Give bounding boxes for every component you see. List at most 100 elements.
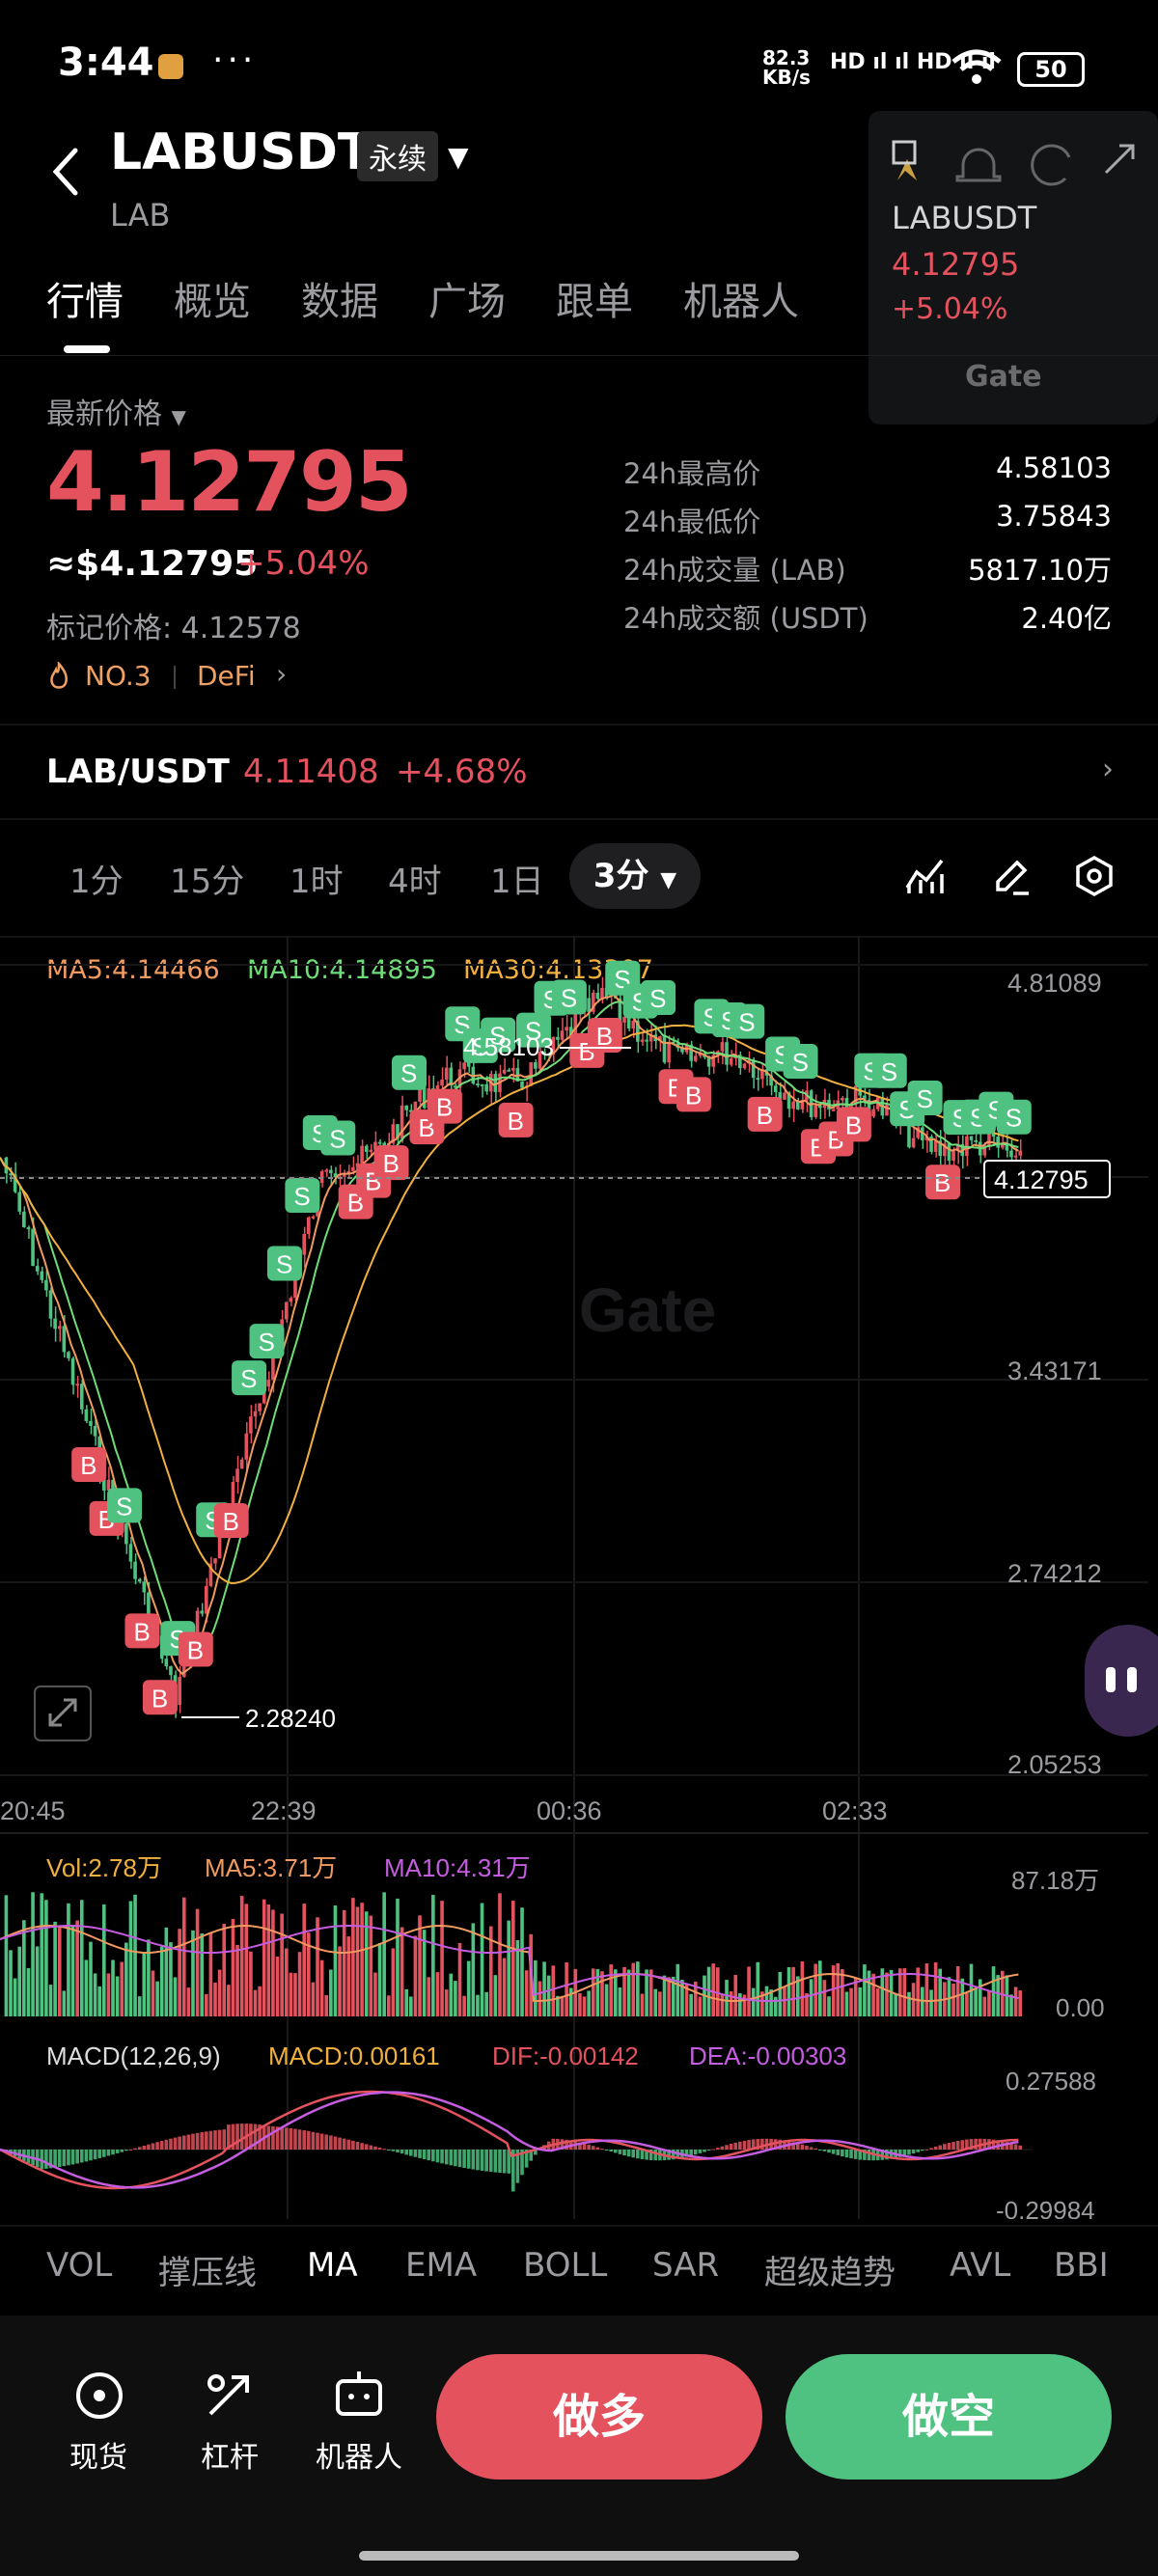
active-tab-indicator — [64, 345, 110, 353]
volume-bar — [57, 1925, 62, 2016]
back-arrow-icon[interactable] — [46, 143, 85, 201]
volume-bar — [747, 1966, 751, 2016]
candles — [4, 976, 1022, 1718]
last-price: 4.12795 — [46, 434, 413, 531]
tab-overview[interactable]: 概览 — [174, 270, 251, 326]
macd-bar — [120, 2150, 124, 2152]
indicator-sar[interactable]: SAR — [652, 2246, 719, 2285]
macd-bar — [413, 2150, 418, 2157]
expand-icon[interactable] — [1100, 140, 1139, 178]
interval-15m[interactable]: 15分 — [170, 855, 244, 902]
mark-price: 标记价格: 4.12578 — [46, 612, 301, 645]
short-button[interactable]: 做空 — [786, 2354, 1112, 2480]
candle-body — [93, 1425, 97, 1437]
indicator-ma-selected[interactable]: MA — [307, 2246, 358, 2285]
marker-letter: B — [685, 1081, 702, 1110]
robot-label[interactable]: 机器人 — [301, 2433, 417, 2476]
tab-market[interactable]: 行情 — [46, 270, 124, 326]
contract-type-badge[interactable]: 永续 — [357, 131, 438, 181]
volume-bar — [907, 1991, 911, 2016]
candle-body — [17, 1192, 22, 1212]
macd-bar — [943, 2144, 947, 2150]
interval-1d[interactable]: 1日 — [490, 855, 544, 902]
chevron-right-icon[interactable]: › — [1102, 753, 1114, 786]
candle-body — [239, 1459, 244, 1469]
macd-bar — [640, 2150, 645, 2159]
tab-bot[interactable]: 机器人 — [683, 270, 799, 326]
volume-bar — [333, 1905, 338, 2016]
macd-bar — [614, 2150, 618, 2153]
candle-body — [645, 1039, 648, 1042]
indicator-supertrend[interactable]: 超级趋势 — [764, 2246, 896, 2293]
interval-4h[interactable]: 4时 — [388, 855, 442, 902]
volume-bar — [200, 1932, 204, 2016]
macd-bar — [493, 2150, 498, 2173]
volume-bar — [662, 1975, 667, 2016]
assistant-float-button[interactable] — [1085, 1625, 1158, 1737]
indicator-bbi[interactable]: BBI — [1054, 2246, 1109, 2285]
interval-3m-selected[interactable]: 3分 ▼ — [569, 843, 701, 909]
candle-body — [565, 1027, 568, 1031]
volume-bar — [431, 1895, 435, 2016]
volume-bar — [404, 1988, 408, 2016]
macd-bar — [587, 2144, 591, 2150]
volume-bar — [31, 1892, 35, 2016]
latest-price-label[interactable]: 最新价格 ▼ — [46, 390, 186, 432]
home-indicator[interactable] — [359, 2551, 799, 2561]
indicator-icon[interactable] — [903, 855, 946, 897]
marker-letter: B — [187, 1636, 204, 1665]
volume-bar — [507, 1920, 510, 2016]
candle-body — [128, 1544, 133, 1562]
volume-bar — [813, 1963, 817, 2016]
tab-square[interactable]: 广场 — [428, 270, 506, 326]
spot-label[interactable]: 现货 — [41, 2433, 156, 2476]
tab-copy-trading[interactable]: 跟单 — [556, 270, 633, 326]
volume-bar — [338, 1946, 342, 2016]
price-chart[interactable]: Gate BB SBBS BS BSSSSS SBBBSBBSS SBSS SBBSS SB B… — [0, 926, 1158, 2219]
volume-bar — [346, 1936, 351, 2016]
chevron-down-icon[interactable]: ▼ — [448, 141, 469, 173]
volume-bar — [409, 1996, 413, 2016]
interval-1m[interactable]: 1分 — [69, 855, 124, 902]
macd-bar — [147, 2144, 151, 2150]
indicator-avl[interactable]: AVL — [950, 2246, 1010, 2285]
spot-pair[interactable]: LAB/USDT — [46, 753, 230, 791]
tab-data[interactable]: 数据 — [301, 270, 378, 326]
draw-icon[interactable] — [990, 855, 1033, 897]
robot-icon[interactable] — [332, 2368, 386, 2422]
leverage-label[interactable]: 杠杆 — [172, 2433, 288, 2476]
indicator-ema[interactable]: EMA — [405, 2246, 477, 2285]
indicator-boll[interactable]: BOLL — [523, 2246, 607, 2285]
candle-body — [422, 1086, 427, 1109]
indicator-support-resistance[interactable]: 撑压线 — [158, 2246, 257, 2293]
volume-bar — [40, 1893, 44, 2016]
sector-tag[interactable]: DeFi — [197, 660, 256, 692]
volume-bar — [266, 1905, 271, 2016]
volume-bar — [863, 1964, 867, 2016]
wifi-icon — [951, 49, 1002, 84]
macd-bar — [476, 2150, 480, 2171]
interval-1h[interactable]: 1时 — [290, 855, 344, 902]
volume-bar — [818, 1960, 822, 2016]
rank-badge[interactable]: NO.3 — [85, 660, 152, 692]
volume-bar — [933, 1962, 938, 2016]
macd-bar — [333, 2136, 338, 2150]
divider — [0, 2225, 1158, 2227]
macd-bar — [800, 2144, 805, 2150]
settings-icon[interactable] — [1073, 855, 1116, 897]
volume-bar — [538, 1981, 542, 2016]
spot-icon[interactable] — [73, 2370, 125, 2422]
leverage-icon[interactable] — [203, 2370, 255, 2422]
volume-bar — [827, 1996, 831, 2016]
volume-bar — [13, 1978, 17, 2016]
volume-bar — [858, 1987, 863, 2016]
candle-body — [89, 1420, 93, 1426]
chevron-right-icon[interactable]: › — [276, 658, 287, 690]
indicator-vol[interactable]: VOL — [46, 2246, 112, 2285]
volume-bar — [239, 1896, 244, 2016]
macd-bar — [462, 2150, 466, 2168]
macd-bar — [435, 2150, 440, 2163]
floating-price-widget[interactable]: LABUSDT 4.12795 +5.04% Gate — [868, 111, 1158, 425]
long-button[interactable]: 做多 — [436, 2354, 762, 2480]
candle-body — [969, 1136, 974, 1140]
